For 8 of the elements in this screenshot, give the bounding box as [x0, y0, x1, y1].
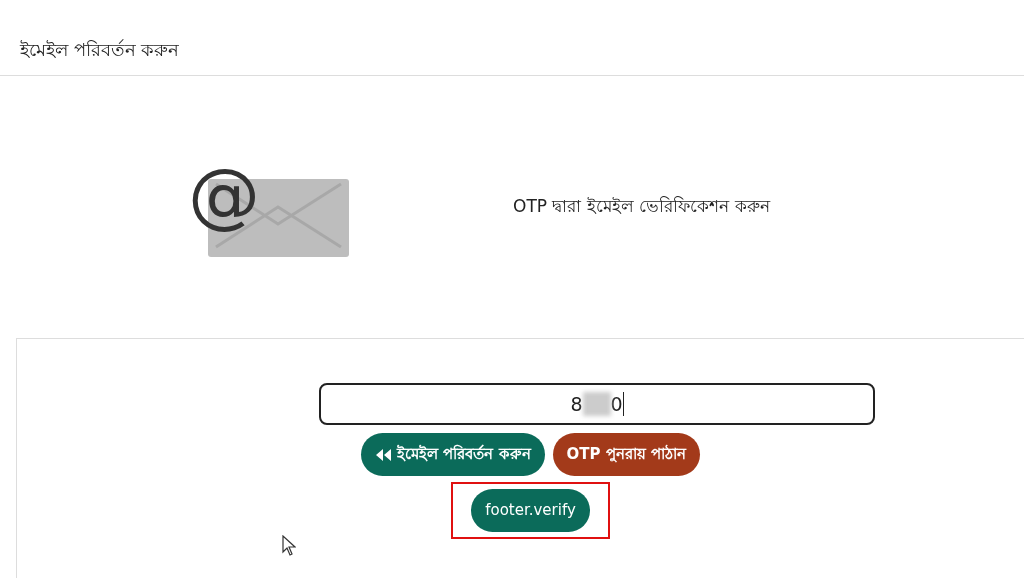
verify-button[interactable]: footer.verify [471, 489, 590, 532]
rewind-icon [375, 447, 394, 462]
back-button[interactable]: ইমেইল পরিবর্তন করুন [361, 433, 545, 476]
mouse-cursor-icon [282, 535, 296, 557]
resend-button[interactable]: OTP পুনরায় পাঠান [552, 433, 700, 476]
verification-message: OTP দ্বারা ইমেইল ভেরিফিকেশন করুন [513, 195, 770, 219]
otp-input-field[interactable]: 8 0 [319, 383, 875, 425]
page-title: ইমেইল পরিবর্তন করুন [20, 39, 180, 60]
